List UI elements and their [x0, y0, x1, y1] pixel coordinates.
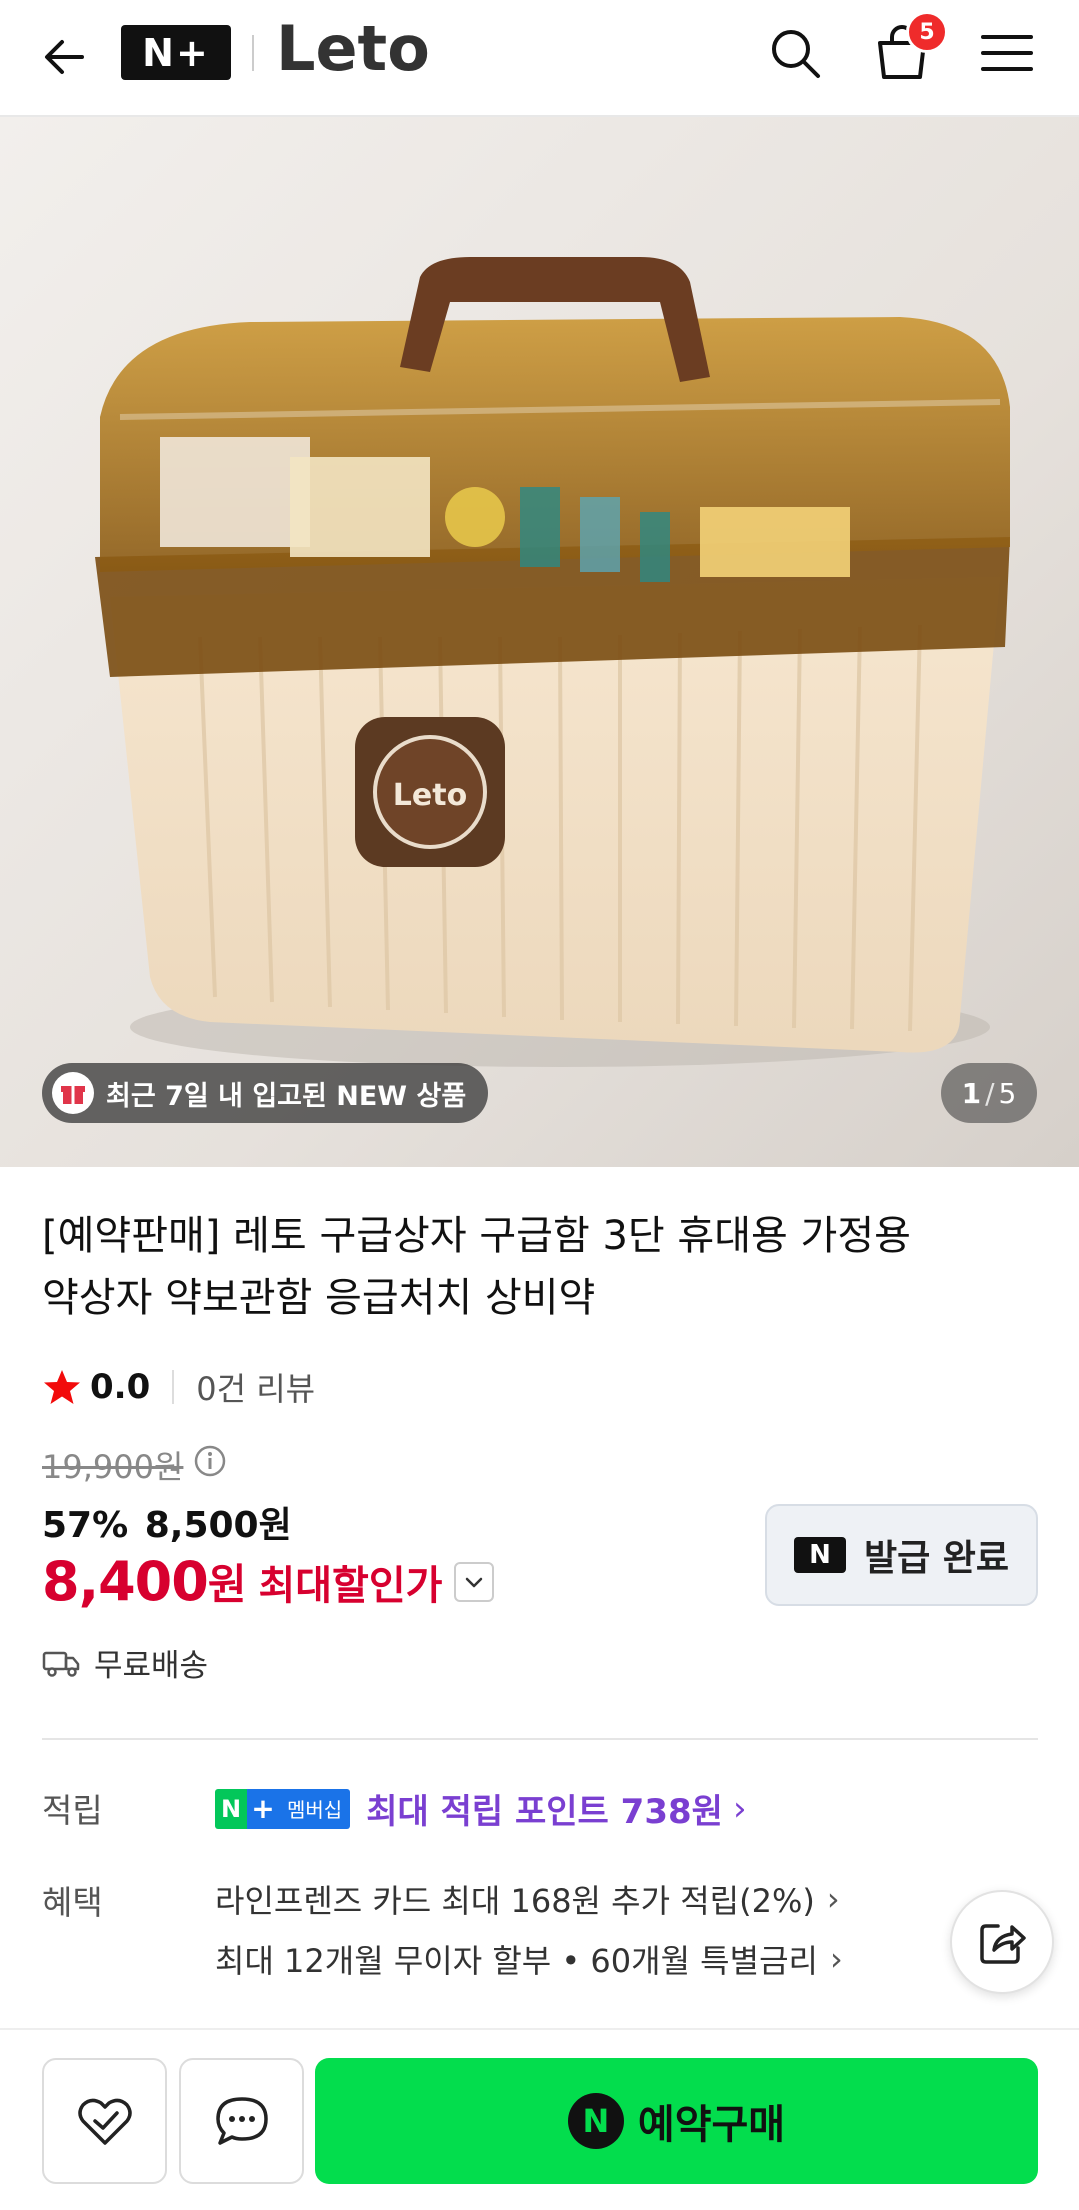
pager-separator: /: [985, 1076, 995, 1110]
cart-count-badge: 5: [906, 11, 948, 53]
image-pager: 1 / 5: [941, 1063, 1037, 1123]
share-icon: [980, 1924, 1026, 1964]
benefits-label: 혜택: [42, 1883, 103, 1922]
reserve-purchase-label: 예약구매: [637, 2102, 786, 2148]
naver-pay-icon: N: [567, 2093, 624, 2149]
rating-summary[interactable]: 0.0 0건 리뷰: [42, 1362, 315, 1412]
chevron-down-icon[interactable]: [454, 1561, 495, 1602]
original-price: 19,900원: [42, 1442, 227, 1488]
svg-text:Leto: Leto: [393, 778, 467, 813]
leto-logo-icon: Leto: [276, 16, 430, 85]
chevron-right-icon: ›: [829, 1940, 843, 1978]
badge-n: N: [215, 1788, 247, 1829]
gift-icon: [52, 1072, 94, 1114]
benefit-card-points[interactable]: 라인프렌즈 카드 최대 168원 추가 적립(2%) ›: [215, 1876, 840, 1922]
share-button[interactable]: [950, 1890, 1054, 1994]
discount-percent: 57%: [42, 1505, 129, 1546]
benefit-installment[interactable]: 최대 12개월 무이자 할부 • 60개월 특별금리 ›: [215, 1936, 843, 1982]
section-divider: [42, 1738, 1038, 1740]
info-icon[interactable]: [193, 1444, 227, 1486]
chevron-right-icon: ›: [826, 1880, 840, 1918]
best-price-unit: 원: [207, 1560, 247, 1609]
product-title-line1: [예약판매] 레토 구급상자 구급함 3단 휴대용 가정용: [42, 1213, 911, 1259]
search-button[interactable]: [760, 18, 830, 88]
benefit-text: 최대 12개월 무이자 할부 • 60개월 특별금리: [215, 1942, 818, 1980]
new-arrival-text: 최근 7일 내 입고된 NEW 상품: [106, 1080, 467, 1112]
pager-total: 5: [998, 1076, 1017, 1110]
shipping-info: 무료배송: [42, 1640, 208, 1685]
badge-plus: +: [247, 1788, 279, 1829]
star-icon: [44, 1370, 80, 1404]
chevron-right-icon: ›: [732, 1788, 747, 1829]
product-title: [예약판매] 레토 구급상자 구급함 3단 휴대용 가정용 약상자 약보관함 응…: [42, 1205, 1042, 1329]
points-text: 최대 적립 포인트 738원: [366, 1792, 723, 1832]
rating-divider: [172, 1370, 175, 1404]
pager-current: 1: [961, 1076, 982, 1110]
sale-price-value: 8,500원: [144, 1505, 292, 1546]
arrow-left-icon: [45, 40, 84, 74]
points-row[interactable]: N + 멤버십 최대 적립 포인트 738원 ›: [215, 1784, 747, 1833]
coupon-issued-button[interactable]: N 발급 완료: [765, 1504, 1038, 1606]
heart-check-icon: [77, 2098, 132, 2145]
sale-price: 57% 8,500원: [42, 1496, 292, 1548]
product-page: N+ Leto 5 Leto 최근 7일 내 입고된 NEW 상품 1 / 5 …: [0, 0, 1079, 2210]
first-aid-box-image: Leto: [0, 117, 1079, 1167]
header-divider: [252, 35, 254, 71]
new-arrival-badge: 최근 7일 내 입고된 NEW 상품: [42, 1063, 489, 1123]
shipping-text: 무료배송: [94, 1648, 209, 1684]
badge-membership: 멤버십: [279, 1788, 351, 1829]
product-title-line2: 약상자 약보관함 응급처치 상비약: [42, 1275, 596, 1321]
hamburger-menu-icon: [981, 35, 1033, 71]
best-price-label: 최대할인가: [258, 1562, 443, 1609]
nplus-membership-badge: N + 멤버십: [215, 1788, 351, 1829]
naver-coupon-icon: N: [793, 1537, 846, 1573]
best-price[interactable]: 8,400 원 최대할인가: [42, 1550, 495, 1613]
review-count[interactable]: 0건 리뷰: [196, 1364, 315, 1410]
chat-bubble-icon: [215, 2097, 268, 2145]
truck-icon: [42, 1651, 80, 1677]
coupon-label: 발급 완료: [863, 1538, 1009, 1579]
product-image-carousel[interactable]: Leto 최근 7일 내 입고된 NEW 상품 1 / 5: [0, 117, 1079, 1167]
bottom-action-bar: N 예약구매: [0, 2028, 1079, 2210]
menu-button[interactable]: [972, 18, 1042, 88]
best-price-amount: 8,400: [42, 1550, 209, 1613]
rating-score: 0.0: [90, 1367, 151, 1407]
points-label: 적립: [42, 1791, 103, 1830]
brand-logo[interactable]: Leto: [276, 16, 461, 86]
benefit-text: 라인프렌즈 카드 최대 168원 추가 적립(2%): [215, 1882, 815, 1920]
nplus-store-logo[interactable]: N+: [121, 25, 231, 80]
search-icon: [772, 30, 820, 78]
svg-text:Leto: Leto: [276, 16, 430, 85]
nplus-logo-text: N+: [142, 30, 210, 75]
wishlist-button[interactable]: [42, 2058, 167, 2184]
talk-button[interactable]: [179, 2058, 304, 2184]
top-header: N+ Leto 5: [0, 0, 1079, 117]
original-price-value: 19,900원: [42, 1448, 184, 1486]
reserve-purchase-button[interactable]: N 예약구매: [315, 2058, 1038, 2184]
back-button[interactable]: [30, 22, 100, 92]
